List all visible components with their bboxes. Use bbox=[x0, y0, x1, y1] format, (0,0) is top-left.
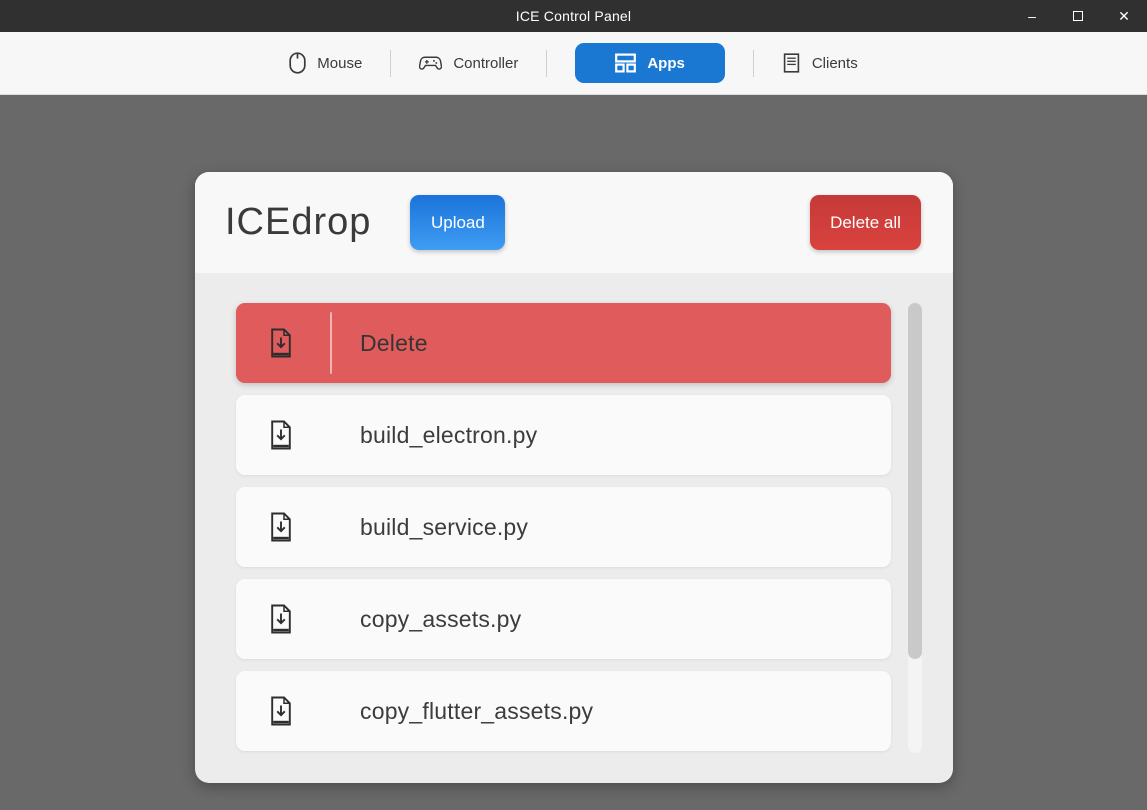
nav-tab-label: Mouse bbox=[317, 55, 362, 72]
minimize-button[interactable]: – bbox=[1009, 0, 1055, 32]
file-row[interactable]: copy_assets.py bbox=[236, 579, 891, 659]
scrollbar-track[interactable] bbox=[908, 303, 922, 753]
card-header: ICEdrop Upload Delete all bbox=[195, 172, 953, 273]
file-download-icon bbox=[269, 696, 293, 726]
row-divider bbox=[330, 312, 332, 374]
nav-tab-apps[interactable]: Apps bbox=[575, 43, 725, 83]
navbar: Mouse Controller Apps bbox=[0, 32, 1147, 95]
controller-icon bbox=[419, 55, 442, 72]
file-download-icon bbox=[269, 420, 293, 450]
titlebar: ICE Control Panel – ✕ bbox=[0, 0, 1147, 32]
delete-all-button[interactable]: Delete all bbox=[810, 195, 921, 250]
nav-divider bbox=[546, 50, 547, 77]
nav-tab-label: Clients bbox=[812, 55, 858, 72]
file-download-icon bbox=[269, 512, 293, 542]
icedrop-card: ICEdrop Upload Delete all Delete bbox=[195, 172, 953, 783]
file-row[interactable]: build_electron.py bbox=[236, 395, 891, 475]
file-row-delete-hover[interactable]: Delete bbox=[236, 303, 891, 383]
nav-tab-mouse[interactable]: Mouse bbox=[289, 52, 362, 74]
file-download-icon bbox=[269, 604, 293, 634]
file-label: build_service.py bbox=[360, 514, 528, 541]
file-label: copy_assets.py bbox=[360, 606, 521, 633]
file-list: Delete build_electron.py bbox=[236, 303, 891, 763]
window-controls: – ✕ bbox=[1009, 0, 1147, 32]
maximize-icon bbox=[1073, 11, 1083, 21]
file-label: build_electron.py bbox=[360, 422, 537, 449]
file-row[interactable]: build_service.py bbox=[236, 487, 891, 567]
file-download-icon bbox=[269, 328, 293, 358]
nav-tab-clients[interactable]: Clients bbox=[782, 53, 858, 73]
apps-icon bbox=[615, 53, 636, 73]
file-row[interactable]: copy_flutter_assets.py bbox=[236, 671, 891, 751]
nav-divider bbox=[390, 50, 391, 77]
scrollbar-thumb[interactable] bbox=[908, 303, 922, 659]
minimize-icon: – bbox=[1028, 8, 1036, 24]
page-title: ICEdrop bbox=[225, 201, 371, 244]
close-icon: ✕ bbox=[1118, 8, 1130, 25]
file-label: Delete bbox=[360, 330, 428, 357]
window-title: ICE Control Panel bbox=[0, 8, 1147, 24]
upload-button[interactable]: Upload bbox=[410, 195, 505, 250]
close-button[interactable]: ✕ bbox=[1101, 0, 1147, 32]
main-area: ICEdrop Upload Delete all Delete bbox=[0, 95, 1147, 810]
file-label: copy_flutter_assets.py bbox=[360, 698, 593, 725]
mouse-icon bbox=[289, 52, 306, 74]
clients-icon bbox=[782, 53, 801, 73]
nav-tab-controller[interactable]: Controller bbox=[419, 55, 518, 72]
maximize-button[interactable] bbox=[1055, 0, 1101, 32]
nav-divider bbox=[753, 50, 754, 77]
nav-tab-label: Controller bbox=[453, 55, 518, 72]
nav-tab-label: Apps bbox=[647, 55, 685, 72]
